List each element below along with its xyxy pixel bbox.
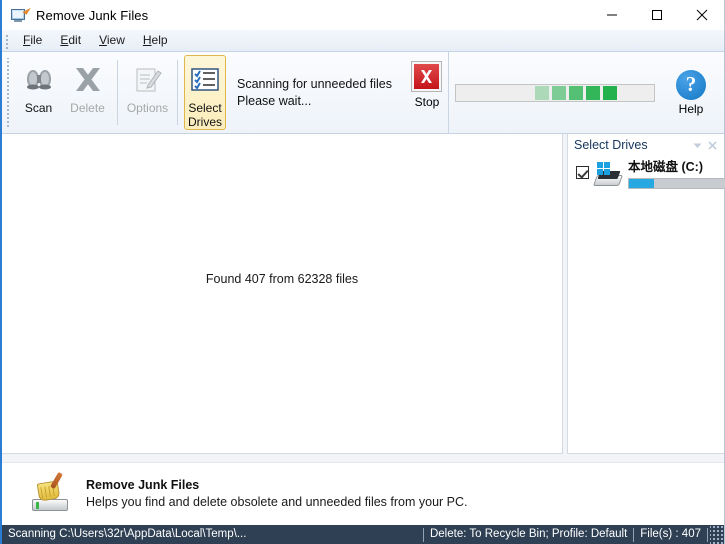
status-scanning-path: Scanning C:\Users\32r\AppData\Local\Temp… [8,528,247,540]
broom-drive-icon [32,471,74,514]
application-window: Remove Junk Files File Edit View Help Sc… [0,0,725,544]
menu-accel-help: H [142,33,152,47]
drive-checkbox[interactable] [576,166,589,179]
menu-item-file[interactable]: File [14,31,51,50]
scan-button[interactable]: Scan [15,55,62,130]
menu-item-edit[interactable]: Edit [51,31,90,50]
maximize-button[interactable] [634,0,679,30]
info-panel: Remove Junk Files Helps you find and del… [2,462,724,525]
status-file-count: File(s) : 407 [640,528,701,540]
scan-status-line2: Please wait... [237,93,312,108]
scan-status-line1: Scanning for unneeded files [237,76,392,91]
scan-progress-bar [455,83,656,102]
info-text-block: Remove Junk Files Helps you find and del… [86,477,468,511]
toolbar-separator-2 [177,60,178,125]
red-x-icon [411,61,443,92]
select-drives-label-line1: Select [188,101,222,115]
title-bar: Remove Junk Files [2,0,724,30]
binoculars-icon [22,63,56,97]
stop-button[interactable]: Stop [406,61,448,109]
x-cross-icon [72,63,104,97]
status-bar: Scanning C:\Users\32r\AppData\Local\Temp… [2,525,724,544]
toolbar: Scan Delete Options Select Drives Scanni… [2,52,724,134]
select-drives-panel-title: Select Drives [574,138,648,152]
window-title: Remove Junk Files [36,7,149,23]
status-divider [707,527,708,542]
window-controls [589,0,724,30]
menu-accel-view: V [99,33,107,47]
close-icon[interactable] [705,138,720,153]
checklist-icon [190,63,220,97]
drive-info: 本地磁盘 (C:) [623,159,725,189]
progress-block [569,85,584,100]
stop-button-label: Stop [414,95,440,109]
document-pencil-icon [132,63,164,97]
progress-block [603,85,618,100]
status-profile: Delete: To Recycle Bin; Profile: Default [429,528,628,540]
info-title: Remove Junk Files [86,478,200,492]
options-button[interactable]: Options [124,55,171,130]
drive-list-item[interactable]: 本地磁盘 (C:) [568,156,725,189]
progress-area [449,52,662,133]
menu-rest-view: iew [106,33,125,47]
results-list[interactable]: Found 407 from 62328 files [2,134,563,454]
progress-block [586,85,601,100]
select-drives-button[interactable]: Select Drives [184,55,226,130]
found-files-text: Found 407 from 62328 files [205,271,359,286]
toolbar-separator-1 [117,60,118,125]
chevron-down-icon[interactable] [690,138,705,153]
menu-rest-edit: dit [68,33,82,47]
options-button-label: Options [126,101,169,115]
app-icon [10,5,31,24]
progress-block [552,85,567,100]
help-button[interactable]: ? Help [662,52,724,133]
help-button-label: Help [678,101,704,116]
menu-item-help[interactable]: Help [134,31,177,50]
close-button[interactable] [679,0,724,30]
menu-grip[interactable] [4,32,11,49]
delete-button-label: Delete [70,101,105,115]
menu-item-view[interactable]: View [90,31,134,50]
minimize-button[interactable] [589,0,634,30]
drive-label: 本地磁盘 (C:) [628,160,703,174]
menu-bar: File Edit View Help [2,30,724,52]
question-mark-icon: ? [676,69,706,100]
windows-drive-icon [592,162,624,188]
menu-rest-help: elp [151,33,168,47]
drive-usage-bar [628,178,725,189]
menu-rest-file: ile [30,33,43,47]
info-description: Helps you find and delete obsolete and u… [86,495,468,509]
progress-block [535,85,550,100]
resize-grip[interactable] [710,525,724,544]
content-area: Found 407 from 62328 files Select Drives [2,134,725,462]
delete-button[interactable]: Delete [64,55,111,130]
scan-status-message: Scanning for unneeded files Please wait.… [237,76,392,110]
select-drives-label-line2: Drives [187,115,222,129]
select-drives-panel: Select Drives 本地磁盘 (C:) [567,134,725,454]
select-drives-panel-header: Select Drives [568,134,724,156]
toolbar-grip[interactable] [4,58,12,127]
scan-button-label: Scan [24,101,53,115]
